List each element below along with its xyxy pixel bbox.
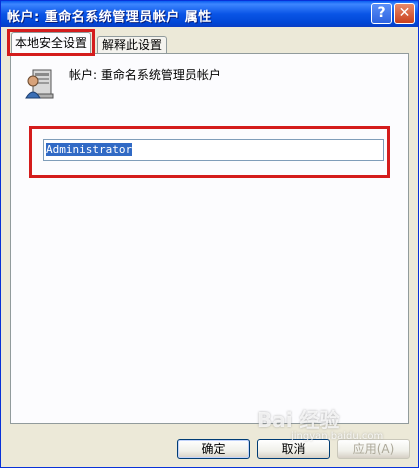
cancel-button[interactable]: 取消: [257, 439, 330, 459]
close-button[interactable]: ✕: [394, 3, 415, 24]
user-computer-icon: [25, 69, 54, 99]
tab-local-security-setting[interactable]: 本地安全设置: [11, 32, 91, 54]
account-name-input[interactable]: Administrator: [43, 139, 384, 161]
apply-button[interactable]: 应用(A): [337, 439, 410, 459]
title-bar[interactable]: 帐户: 重命名系统管理员帐户 属性 ? ✕: [1, 1, 418, 27]
properties-dialog: 帐户: 重命名系统管理员帐户 属性 ? ✕ 本地安全设置 解释此设置 帐户: 重…: [0, 0, 419, 468]
ok-button[interactable]: 确定: [177, 439, 250, 459]
tab-panel: 帐户: 重命名系统管理员帐户 Administrator: [10, 53, 409, 424]
help-button[interactable]: ?: [371, 3, 392, 24]
setting-name-label: 帐户: 重命名系统管理员帐户: [69, 68, 221, 82]
window-title: 帐户: 重命名系统管理员帐户 属性: [7, 10, 212, 25]
account-name-value: Administrator: [46, 143, 133, 156]
tab-explain-setting[interactable]: 解释此设置: [97, 36, 167, 54]
